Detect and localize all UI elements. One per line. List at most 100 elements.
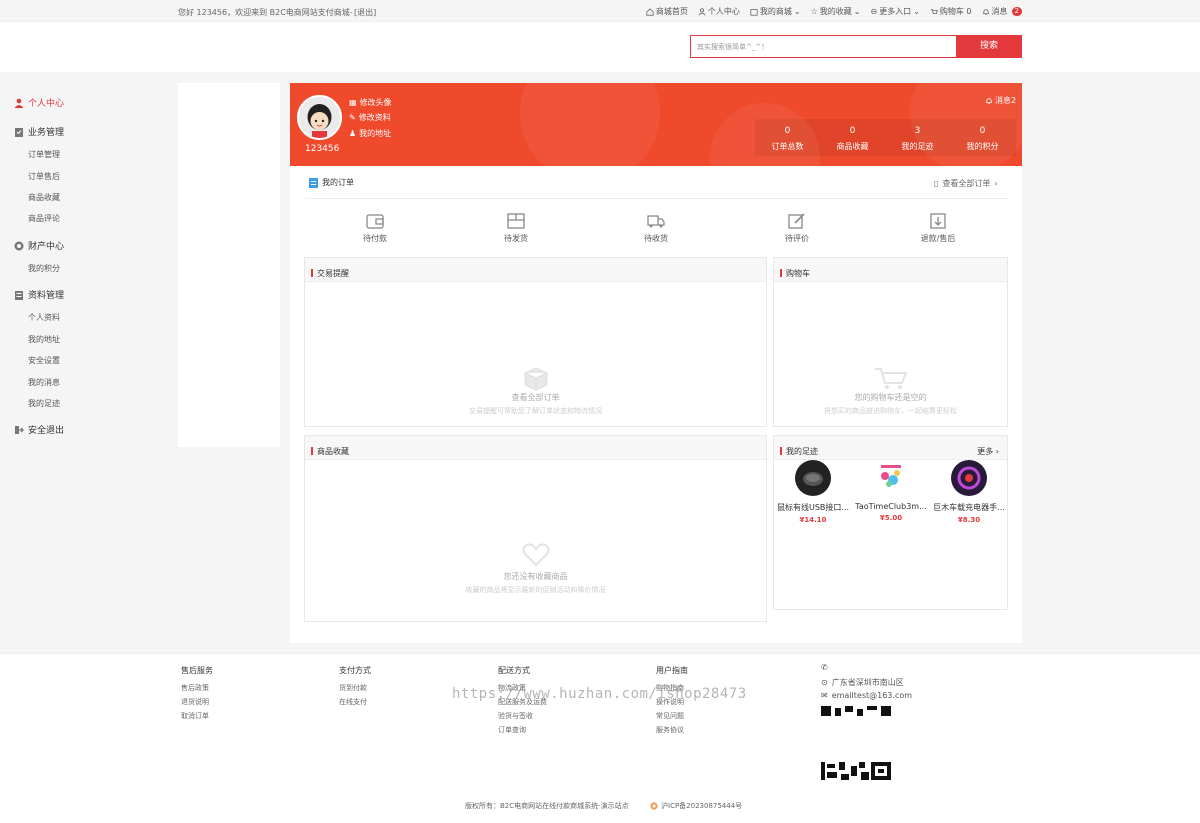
heart-icon <box>522 543 550 567</box>
sidebar-item-security[interactable]: 安全设置 <box>28 355 60 366</box>
package-icon <box>524 367 548 391</box>
sidebar-group-business[interactable]: 业务管理 <box>14 125 64 138</box>
document-small-icon: ▯ <box>934 179 939 188</box>
product-name[interactable]: 巨木车载充电器手... <box>929 502 1009 513</box>
location-icon: ♟ <box>349 129 357 138</box>
product-image[interactable] <box>873 460 909 496</box>
nav-user-center[interactable]: 个人中心 <box>698 6 740 17</box>
product-price: ¥8.30 <box>957 516 981 524</box>
footprint-more-link[interactable]: 更多 › <box>977 446 999 457</box>
nav-my-shop[interactable]: 我的商城 ⌄ <box>750 6 801 17</box>
footer-link[interactable]: 退货说明 <box>181 695 213 709</box>
cart-panel: 购物车 您的购物车还是空的 将想买的商品放进购物车，一起结算更轻松 <box>773 257 1008 427</box>
empty-title[interactable]: 查看全部订单 <box>305 392 766 403</box>
footer-link[interactable]: 订单查询 <box>498 723 547 737</box>
sidebar-item-messages[interactable]: 我的消息 <box>28 377 60 388</box>
footer-column-payment: 支付方式 货到付款 在线支付 <box>339 665 371 709</box>
profile-icon <box>15 290 23 300</box>
product-price: ¥5.00 <box>879 514 903 522</box>
cart-icon <box>930 8 938 14</box>
chevron-down-icon: ⌄ <box>853 7 861 16</box>
my-address-link[interactable]: ♟ 我的地址 <box>349 128 391 139</box>
order-status-refund[interactable]: 退款/售后 <box>908 213 968 244</box>
nav-messages[interactable]: 消息 2 <box>982 6 1022 17</box>
sidebar-item-reviews[interactable]: 商品评论 <box>28 213 60 224</box>
banner-message-link[interactable]: 消息2 <box>985 95 1016 106</box>
product-image[interactable] <box>795 460 831 496</box>
product-name[interactable]: 鼠标有线USB接口... <box>773 502 853 513</box>
chevron-down-icon: ⌄ <box>793 7 801 16</box>
truck-icon <box>647 215 665 228</box>
more-icon: ⊖ <box>870 7 878 16</box>
footer-link[interactable]: 验货与签收 <box>498 709 547 723</box>
empty-subtitle: 将想买的商品放进购物车，一起结算更轻松 <box>824 407 957 415</box>
box-icon <box>507 213 525 229</box>
accent-bar <box>780 447 782 455</box>
exit-icon <box>15 425 24 434</box>
footer-column-after-sales: 售后服务 售后政策 退货说明 取消订单 <box>181 665 213 723</box>
phone-contact: ✆ <box>821 663 828 672</box>
empty-subtitle: 交易提醒可帮助您了解订单状态和物流情况 <box>469 407 602 415</box>
footer-link[interactable]: 货到付款 <box>339 681 371 695</box>
stat-favorites[interactable]: 0 商品收藏 <box>820 119 885 152</box>
sidebar-item-footprint[interactable]: 我的足迹 <box>28 398 60 409</box>
user-icon <box>698 7 706 15</box>
sidebar-group-user-center[interactable]: 个人中心 <box>14 96 64 109</box>
chevron-down-icon: ⌄ <box>913 7 920 16</box>
address-contact: ⊙ 广东省深圳市南山区 <box>821 678 904 687</box>
edit-profile-link[interactable]: ✎ 修改资料 <box>349 112 391 123</box>
order-status-pending-shipment[interactable]: 待发货 <box>486 213 546 244</box>
icp-record[interactable]: 沪ICP备20230875444号 <box>650 801 742 811</box>
sidebar-item-points[interactable]: 我的积分 <box>28 263 60 274</box>
empty-title: 您还没有收藏商品 <box>503 572 568 581</box>
star-icon: ☆ <box>810 7 818 16</box>
footer-link[interactable]: 常见问题 <box>656 709 688 723</box>
order-status-pending-review[interactable]: 待评价 <box>767 213 827 244</box>
footprint-item[interactable]: 鼠标有线USB接口... ¥14.10 <box>773 460 853 524</box>
stat-orders[interactable]: 0 订单总数 <box>755 119 820 152</box>
sidebar-item-favorites[interactable]: 商品收藏 <box>28 192 60 203</box>
sidebar-group-logout[interactable]: 安全退出 <box>14 423 64 436</box>
stat-points[interactable]: 0 我的积分 <box>950 119 1015 152</box>
image-icon: ▦ <box>349 98 357 107</box>
sidebar-item-order-management[interactable]: 订单管理 <box>28 149 60 160</box>
logout-link[interactable]: [退出] <box>354 7 376 18</box>
edit-icon <box>788 213 805 229</box>
trade-reminder-panel: 交易提醒 查看全部订单 交易提醒可帮助您了解订单状态和物流情况 <box>304 257 767 427</box>
footer-link[interactable]: 在线支付 <box>339 695 371 709</box>
stat-footprint[interactable]: 3 我的足迹 <box>885 119 950 152</box>
footer-link[interactable]: 取消订单 <box>181 709 213 723</box>
product-image[interactable] <box>951 460 987 496</box>
username: 123456 <box>305 144 340 154</box>
nav-favorites[interactable]: ☆ 我的收藏 ⌄ <box>811 6 861 17</box>
search-input[interactable]: 其实搜索很简单^_^！ <box>690 35 957 58</box>
sidebar-group-assets[interactable]: 财产中心 <box>14 239 64 252</box>
bell-icon <box>986 97 992 104</box>
sidebar-item-personal-info[interactable]: 个人资料 <box>28 312 60 323</box>
change-avatar-link[interactable]: ▦ 修改头像 <box>349 97 392 108</box>
sidebar-item-address[interactable]: 我的地址 <box>28 334 60 345</box>
avatar[interactable] <box>297 95 342 140</box>
empty-subtitle: 收藏的商品将显示最新的促销活动和降价情况 <box>465 586 606 594</box>
empty-title: 您的购物车还是空的 <box>854 393 927 402</box>
shop-icon <box>750 8 758 16</box>
sidebar-item-after-sales[interactable]: 订单售后 <box>28 171 60 182</box>
view-all-orders-link[interactable]: ▯ 查看全部订单 › <box>934 178 998 189</box>
nav-home[interactable]: 商城首页 <box>646 6 688 17</box>
nav-more[interactable]: ⊖ 更多入口 ⌄ <box>870 6 919 17</box>
panel-title: 商品收藏 <box>317 446 349 456</box>
search-button[interactable]: 搜索 <box>956 35 1022 58</box>
footprint-item[interactable]: TaoTimeClub3m... ¥5.00 <box>851 460 931 522</box>
product-name[interactable]: TaoTimeClub3m... <box>851 502 931 511</box>
home-icon <box>646 7 654 16</box>
police-badge-icon <box>650 802 658 810</box>
footprint-item[interactable]: 巨木车载充电器手... ¥8.30 <box>929 460 1009 524</box>
footer-link[interactable]: 服务协议 <box>656 723 688 737</box>
sidebar-group-profile[interactable]: 资料管理 <box>14 288 64 301</box>
phone-icon: ✆ <box>821 663 828 672</box>
order-status-pending-receipt[interactable]: 待收货 <box>626 213 686 244</box>
footer-link[interactable]: 售后政策 <box>181 681 213 695</box>
nav-cart[interactable]: 购物车 0 <box>930 6 972 17</box>
order-status-pending-payment[interactable]: 待付款 <box>345 213 405 244</box>
accent-bar <box>311 447 313 455</box>
